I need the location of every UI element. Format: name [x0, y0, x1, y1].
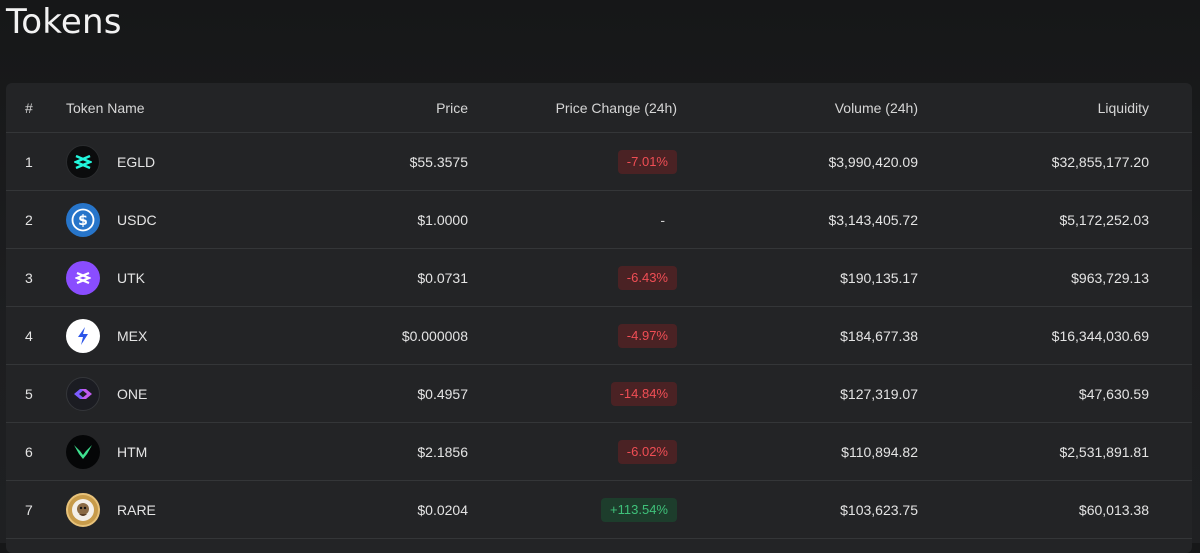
- row-rank: 6: [25, 443, 33, 460]
- htm-icon: [66, 423, 100, 480]
- token-price: $0.4957: [417, 385, 468, 402]
- price-change-cell: -14.84%: [610, 365, 677, 422]
- price-change-badge: -6.02%: [617, 439, 677, 464]
- token-name-link[interactable]: HTM: [117, 423, 147, 480]
- token-liquidity: $963,729.13: [1071, 269, 1149, 286]
- table-row[interactable]: 3 UTK $0.0731 -6.43% $190,135.17 $963,729.13: [6, 249, 1192, 307]
- row-rank: 4: [25, 327, 33, 344]
- table-row[interactable]: 4 MEX $0.000008 -4.97% $184,677.38 $16,344,0…: [6, 307, 1192, 365]
- token-price: $0.000008: [401, 327, 468, 344]
- token-name-link[interactable]: EGLD: [117, 133, 155, 190]
- token-liquidity: $2,531,891.81: [1059, 443, 1149, 460]
- token-volume: $3,990,420.09: [828, 153, 918, 170]
- token-volume: $184,677.38: [840, 327, 918, 344]
- price-change-badge: -6.43%: [617, 265, 677, 290]
- token-volume: $103,623.75: [840, 501, 918, 518]
- token-volume: $127,319.07: [840, 385, 918, 402]
- row-rank: 5: [25, 385, 33, 402]
- token-volume: $110,894.82: [841, 443, 918, 460]
- token-liquidity: $60,013.38: [1078, 501, 1149, 518]
- tokens-table: # Token Name Price Price Change (24h) Vo…: [6, 83, 1192, 553]
- page-title: Tokens: [6, 2, 122, 42]
- price-change-badge: +113.54%: [601, 497, 677, 522]
- token-volume: $3,143,405.72: [828, 211, 918, 228]
- price-change-badge: -14.84%: [610, 381, 677, 406]
- price-change-cell: -4.97%: [617, 307, 677, 364]
- rare-icon: [66, 481, 100, 538]
- one-icon: [66, 365, 100, 422]
- table-row[interactable]: 1 EGLD $55.3575 -7.01% $3,990,420.09 $32,855…: [6, 133, 1192, 191]
- token-price: $0.0204: [417, 501, 468, 518]
- token-price: $55.3575: [409, 153, 468, 170]
- header-price[interactable]: Price: [436, 83, 468, 132]
- token-volume: $190,135.17: [840, 269, 918, 286]
- price-change-badge: -4.97%: [617, 323, 677, 348]
- header-rank[interactable]: #: [25, 83, 33, 132]
- header-liquidity[interactable]: Liquidity: [1098, 83, 1149, 132]
- price-change-cell: -6.02%: [617, 423, 677, 480]
- token-price: $1.0000: [417, 211, 468, 228]
- price-change-cell: -7.01%: [617, 133, 677, 190]
- token-name-link[interactable]: MEX: [117, 307, 147, 364]
- token-liquidity: $16,344,030.69: [1051, 327, 1149, 344]
- token-name-link[interactable]: USDC: [117, 191, 157, 248]
- price-change-cell: -: [660, 191, 677, 248]
- token-price: $2.1856: [417, 443, 468, 460]
- row-rank: 7: [25, 501, 33, 518]
- price-change-cell: -6.43%: [617, 249, 677, 306]
- price-change-cell: +113.54%: [601, 481, 677, 538]
- token-liquidity: $32,855,177.20: [1051, 153, 1149, 170]
- token-price: $0.0731: [417, 269, 468, 286]
- table-row[interactable]: 6 HTM $2.1856 -6.02% $110,894.82 $2,531,891.…: [6, 423, 1192, 481]
- token-liquidity: $47,630.59: [1078, 385, 1149, 402]
- price-change-badge: -7.01%: [617, 149, 677, 174]
- price-change-badge: -: [660, 211, 665, 228]
- token-name-link[interactable]: RARE: [117, 481, 156, 538]
- table-row[interactable]: 5 ONE $0.4957 -14.84% $127,319.07 $47,630.59: [6, 365, 1192, 423]
- usdc-icon: $: [66, 191, 100, 248]
- egld-icon: [66, 133, 100, 190]
- table-row[interactable]: 2 $ USDC $1.0000 - $3,143,405.72 $5,172,252.…: [6, 191, 1192, 249]
- mex-icon: [66, 307, 100, 364]
- table-row[interactable]: 7 RARE $0.0204 +113.54% $103,623.75 $60,013.…: [6, 481, 1192, 539]
- row-rank: 1: [25, 153, 33, 170]
- row-rank: 2: [25, 211, 33, 228]
- header-token-name[interactable]: Token Name: [66, 83, 145, 132]
- token-liquidity: $5,172,252.03: [1059, 211, 1149, 228]
- svg-text:$: $: [78, 213, 88, 229]
- header-price-change[interactable]: Price Change (24h): [556, 83, 677, 132]
- token-name-link[interactable]: UTK: [117, 249, 145, 306]
- utk-icon: [66, 249, 100, 306]
- table-header: # Token Name Price Price Change (24h) Vo…: [6, 83, 1192, 133]
- token-name-link[interactable]: ONE: [117, 365, 147, 422]
- row-rank: 3: [25, 269, 33, 286]
- header-volume[interactable]: Volume (24h): [835, 83, 918, 132]
